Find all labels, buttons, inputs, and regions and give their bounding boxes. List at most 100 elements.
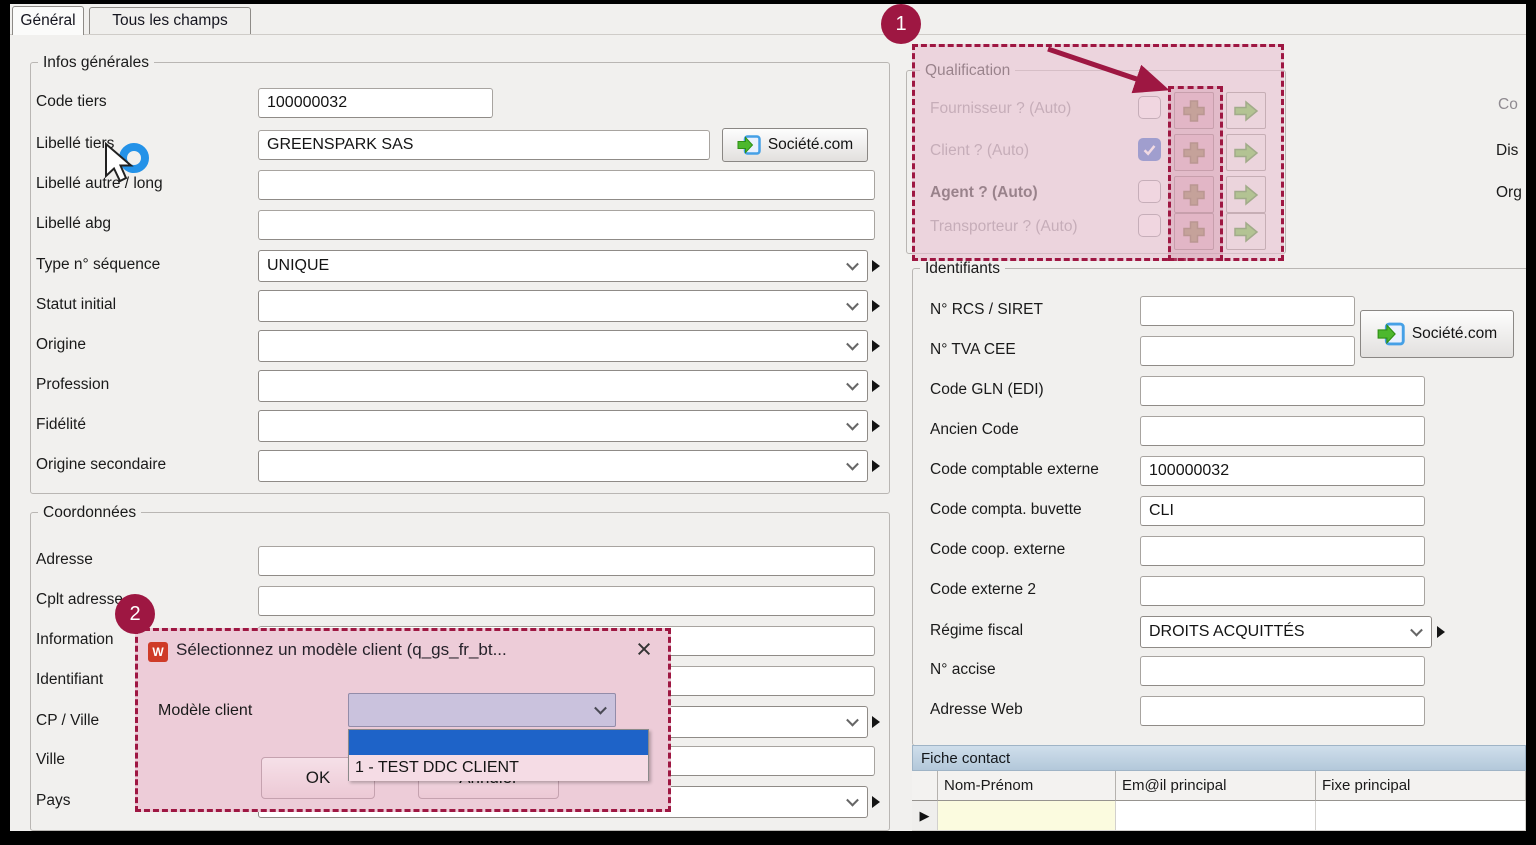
identifiant-label: Identifiant — [36, 671, 103, 689]
fiche-contact-header: Fiche contact — [912, 745, 1526, 771]
code-tiers-input[interactable]: 100000032 — [258, 88, 493, 118]
code-compta-buvette-label: Code compta. buvette — [930, 501, 1082, 519]
dropdown-item-empty[interactable] — [349, 730, 648, 755]
tva-cee-input[interactable] — [1140, 336, 1355, 366]
combo-expand-triangle-icon[interactable] — [872, 796, 880, 808]
qualification-title: Qualification — [920, 62, 1015, 80]
fidelite-combo[interactable] — [258, 410, 868, 442]
n-accise-input[interactable] — [1140, 656, 1425, 686]
combo-expand-triangle-icon[interactable] — [872, 340, 880, 352]
plus-icon — [1181, 140, 1207, 166]
check-icon — [1141, 141, 1158, 158]
code-comptable-externe-value: 100000032 — [1149, 462, 1229, 480]
rcs-siret-input[interactable] — [1140, 296, 1355, 326]
origine-secondaire-combo[interactable] — [258, 450, 868, 482]
code-externe-2-label: Code externe 2 — [930, 581, 1036, 599]
client-goto-button[interactable] — [1226, 134, 1266, 171]
libelle-abg-input[interactable] — [258, 210, 875, 240]
chevron-down-icon — [846, 378, 859, 391]
table-cell-nom-prenom[interactable] — [938, 801, 1116, 831]
rcs-siret-label: N° RCS / SIRET — [930, 301, 1043, 319]
combo-expand-triangle-icon[interactable] — [872, 300, 880, 312]
combo-expand-triangle-icon[interactable] — [1437, 626, 1445, 638]
tab-general-label: Général — [20, 12, 75, 30]
client-add-button[interactable] — [1174, 134, 1214, 171]
societe-com-label: Société.com — [1412, 325, 1497, 343]
tab-tous-les-champs-label: Tous les champs — [112, 12, 227, 30]
type-sequence-combo[interactable]: UNIQUE — [258, 250, 868, 282]
chevron-down-icon — [846, 338, 859, 351]
combo-expand-triangle-icon[interactable] — [872, 716, 880, 728]
code-gln-input[interactable] — [1140, 376, 1425, 406]
transporteur-add-button[interactable] — [1174, 213, 1214, 250]
agent-checkbox[interactable] — [1138, 180, 1161, 203]
combo-expand-triangle-icon[interactable] — [872, 460, 880, 472]
societe-com-button[interactable]: Société.com — [722, 128, 868, 162]
transporteur-checkbox[interactable] — [1138, 214, 1161, 237]
code-coop-externe-input[interactable] — [1140, 536, 1425, 566]
regime-fiscal-combo[interactable]: DROITS ACQUITTÉS — [1140, 616, 1432, 648]
adresse-input[interactable] — [258, 546, 875, 576]
step-badge-2: 2 — [115, 594, 155, 634]
transporteur-goto-button[interactable] — [1226, 213, 1266, 250]
table-row-selector[interactable]: ▶ — [912, 801, 938, 831]
tva-cee-label: N° TVA CEE — [930, 341, 1016, 359]
fournisseur-label: Fournisseur ? (Auto) — [930, 100, 1071, 118]
chevron-down-icon — [846, 794, 859, 807]
table-selector-header — [912, 771, 938, 801]
combo-expand-triangle-icon[interactable] — [872, 260, 880, 272]
table-col-nom-prenom[interactable]: Nom-Prénom — [938, 771, 1116, 801]
client-checkbox[interactable] — [1138, 138, 1161, 161]
dropdown-item-test-ddc-client[interactable]: 1 - TEST DDC CLIENT — [349, 755, 648, 781]
libelle-tiers-label: Libellé tiers — [36, 135, 114, 153]
combo-expand-triangle-icon[interactable] — [872, 420, 880, 432]
chevron-down-icon — [846, 258, 859, 271]
agent-goto-button[interactable] — [1226, 176, 1266, 213]
combo-expand-triangle-icon[interactable] — [872, 380, 880, 392]
ancien-code-input[interactable] — [1140, 416, 1425, 446]
coordonnees-title: Coordonnées — [38, 504, 141, 522]
adresse-web-input[interactable] — [1140, 696, 1425, 726]
green-arrow-icon — [1233, 221, 1259, 243]
col-label: Nom-Prénom — [944, 777, 1033, 794]
agent-add-button[interactable] — [1174, 176, 1214, 213]
chevron-down-icon — [846, 418, 859, 431]
table-col-fixe[interactable]: Fixe principal — [1316, 771, 1526, 801]
green-arrow-icon — [1233, 142, 1259, 164]
identifiants-title: Identifiants — [920, 260, 1005, 278]
dialog-icon-glyph: W — [152, 645, 163, 659]
table-col-email[interactable]: Em@il principal — [1116, 771, 1316, 801]
modele-client-combo[interactable] — [348, 693, 616, 727]
tab-general[interactable]: Général — [12, 6, 84, 35]
col-label: Em@il principal — [1122, 777, 1226, 794]
societe-com-icon — [737, 135, 761, 155]
plus-icon — [1181, 98, 1207, 124]
profession-combo[interactable] — [258, 370, 868, 402]
fournisseur-goto-button[interactable] — [1226, 92, 1266, 129]
code-externe-2-input[interactable] — [1140, 576, 1425, 606]
plus-icon — [1181, 182, 1207, 208]
origine-combo[interactable] — [258, 330, 868, 362]
chevron-down-icon — [846, 298, 859, 311]
dialog-close-icon[interactable]: × — [624, 631, 664, 667]
fournisseur-checkbox[interactable] — [1138, 96, 1161, 119]
statut-initial-combo[interactable] — [258, 290, 868, 322]
fournisseur-add-button[interactable] — [1174, 92, 1214, 129]
libelle-autre-label: Libellé autre / long — [36, 175, 163, 193]
tab-tous-les-champs[interactable]: Tous les champs — [89, 7, 251, 34]
libelle-tiers-input[interactable]: GREENSPARK SAS — [258, 130, 710, 160]
table-cell-fixe[interactable] — [1316, 801, 1526, 831]
libelle-tiers-value: GREENSPARK SAS — [267, 136, 413, 154]
screenshot-frame: Général Tous les champs Infos générales … — [0, 0, 1536, 845]
societe-com-button-2[interactable]: Société.com — [1360, 310, 1514, 358]
chevron-down-icon — [1410, 624, 1423, 637]
select-client-model-dialog: W Sélectionnez un modèle client (q_gs_fr… — [135, 628, 671, 812]
cplt-adresse-input[interactable] — [258, 586, 875, 616]
libelle-autre-input[interactable] — [258, 170, 875, 200]
step-badge-1: 1 — [881, 4, 921, 44]
code-compta-buvette-input[interactable]: CLI — [1140, 496, 1425, 526]
code-tiers-value: 100000032 — [267, 94, 347, 112]
table-cell-email[interactable] — [1116, 801, 1316, 831]
dialog-app-icon: W — [148, 642, 168, 662]
code-comptable-externe-input[interactable]: 100000032 — [1140, 456, 1425, 486]
